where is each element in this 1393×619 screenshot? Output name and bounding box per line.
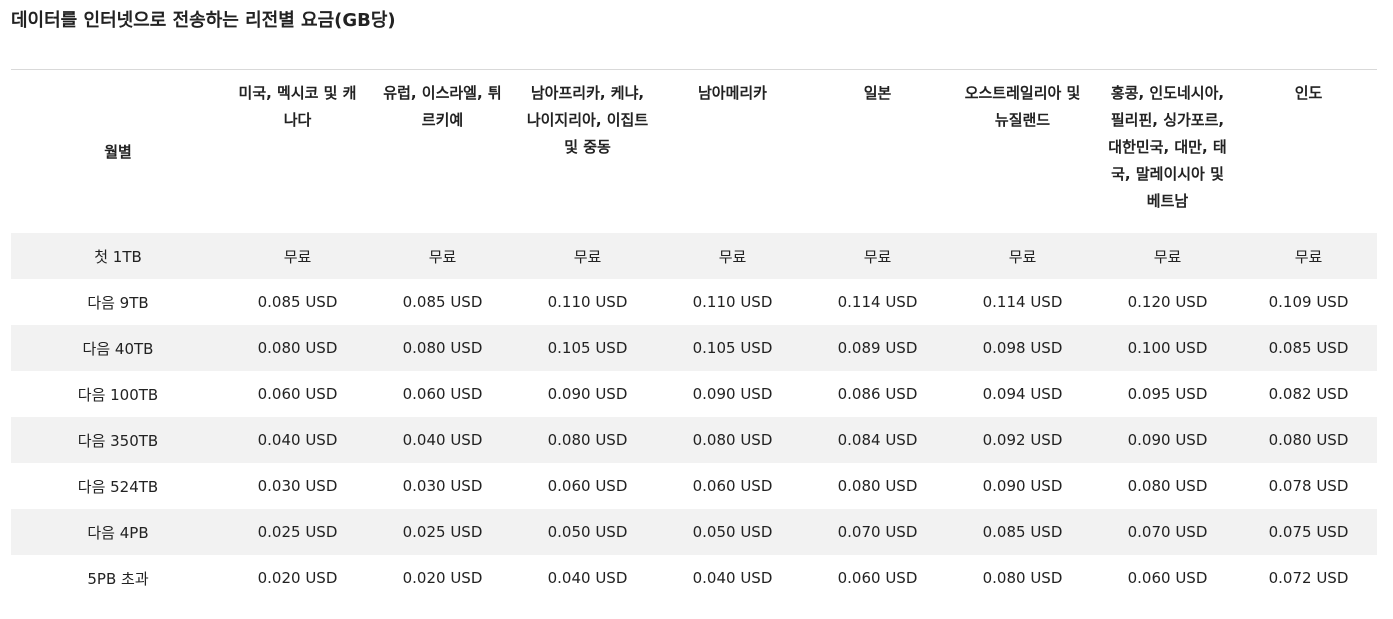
header-month: 월별	[104, 143, 132, 161]
price-cell: 0.060 USD	[547, 477, 628, 495]
price-cell: 0.020 USD	[257, 569, 338, 587]
price-cell: 0.114 USD	[837, 293, 918, 311]
header-region-australia-new-zealand: 오스트레일리아 및 뉴질랜드	[964, 84, 1081, 129]
table-header-row: 월별 미국, 멕시코 및 캐나다 유럽, 이스라엘, 튀르키예 남아프리카, 케…	[11, 70, 1377, 233]
price-cell: 무료	[950, 233, 1095, 279]
table-row: 5PB 초과 0.020 USD 0.020 USD 0.040 USD 0.0…	[11, 555, 1377, 601]
price-cell: 0.090 USD	[1095, 417, 1240, 463]
price-cell: 0.080 USD	[370, 325, 515, 371]
price-cell: 무료	[225, 233, 370, 279]
price-cell: 0.080 USD	[515, 417, 660, 463]
pricing-table-container: 월별 미국, 멕시코 및 캐나다 유럽, 이스라엘, 튀르키예 남아프리카, 케…	[11, 69, 1377, 601]
price-cell: 0.114 USD	[982, 293, 1063, 311]
tier-label: 다음 524TB	[77, 477, 159, 496]
tier-label: 다음 40TB	[11, 325, 225, 371]
table-row: 다음 524TB 0.030 USD 0.030 USD 0.060 USD 0…	[11, 463, 1377, 509]
price-cell: 0.090 USD	[547, 385, 628, 403]
price-cell: 0.030 USD	[257, 477, 338, 495]
price-cell: 무료	[1240, 233, 1377, 279]
price-cell: 0.085 USD	[950, 509, 1095, 555]
price-cell: 0.070 USD	[805, 509, 950, 555]
price-cell: 0.120 USD	[1127, 293, 1208, 311]
price-cell: 0.050 USD	[660, 509, 805, 555]
table-row: 다음 4PB 0.025 USD 0.025 USD 0.050 USD 0.0…	[11, 509, 1377, 555]
price-cell: 0.040 USD	[547, 569, 628, 587]
price-cell: 0.060 USD	[257, 385, 338, 403]
price-cell: 0.080 USD	[225, 325, 370, 371]
price-cell: 0.086 USD	[837, 385, 918, 403]
price-cell: 0.075 USD	[1240, 509, 1377, 555]
price-cell: 0.040 USD	[225, 417, 370, 463]
header-region-south-america: 남아메리카	[697, 84, 767, 102]
price-cell: 0.070 USD	[1095, 509, 1240, 555]
price-cell: 0.060 USD	[692, 477, 773, 495]
price-cell: 0.092 USD	[950, 417, 1095, 463]
page-title: 데이터를 인터넷으로 전송하는 리전별 요금(GB당)	[11, 10, 396, 31]
header-region-africa-middle-east: 남아프리카, 케냐, 나이지리아, 이집트 및 중동	[526, 84, 649, 156]
table-row: 다음 100TB 0.060 USD 0.060 USD 0.090 USD 0…	[11, 371, 1377, 417]
price-cell: 0.094 USD	[982, 385, 1063, 403]
price-cell: 0.105 USD	[515, 325, 660, 371]
table-row: 다음 350TB 0.040 USD 0.040 USD 0.080 USD 0…	[11, 417, 1377, 463]
price-cell: 0.085 USD	[257, 293, 338, 311]
price-cell: 0.080 USD	[1240, 417, 1377, 463]
price-cell: 0.080 USD	[982, 569, 1063, 587]
price-cell: 0.110 USD	[692, 293, 773, 311]
tier-label: 다음 100TB	[77, 385, 159, 404]
price-cell: 0.020 USD	[402, 569, 483, 587]
header-region-europe-israel-turkiye: 유럽, 이스라엘, 튀르키예	[383, 84, 502, 129]
price-cell: 0.060 USD	[1127, 569, 1208, 587]
price-cell: 0.025 USD	[225, 509, 370, 555]
price-cell: 0.040 USD	[692, 569, 773, 587]
price-cell: 0.100 USD	[1095, 325, 1240, 371]
price-cell: 0.109 USD	[1268, 293, 1349, 311]
tier-label: 5PB 초과	[87, 569, 149, 588]
price-cell: 0.084 USD	[805, 417, 950, 463]
tier-label: 다음 4PB	[11, 509, 225, 555]
price-cell: 0.082 USD	[1268, 385, 1349, 403]
table-body: 첫 1TB 무료 무료 무료 무료 무료 무료 무료 무료 다음 9TB 0.0…	[11, 233, 1377, 601]
price-cell: 0.060 USD	[402, 385, 483, 403]
price-cell: 0.089 USD	[805, 325, 950, 371]
table-row: 다음 9TB 0.085 USD 0.085 USD 0.110 USD 0.1…	[11, 279, 1377, 325]
price-cell: 무료	[370, 233, 515, 279]
price-cell: 0.085 USD	[402, 293, 483, 311]
price-cell: 무료	[660, 233, 805, 279]
tier-label: 다음 9TB	[87, 293, 149, 312]
price-cell: 0.078 USD	[1268, 477, 1349, 495]
table-row: 다음 40TB 0.080 USD 0.080 USD 0.105 USD 0.…	[11, 325, 1377, 371]
price-cell: 0.060 USD	[837, 569, 918, 587]
price-cell: 0.025 USD	[370, 509, 515, 555]
price-cell: 0.085 USD	[1240, 325, 1377, 371]
tier-label: 첫 1TB	[11, 233, 225, 279]
price-cell: 무료	[1095, 233, 1240, 279]
price-cell: 0.105 USD	[660, 325, 805, 371]
price-cell: 0.080 USD	[1127, 477, 1208, 495]
data-transfer-pricing-table: 월별 미국, 멕시코 및 캐나다 유럽, 이스라엘, 튀르키예 남아프리카, 케…	[11, 70, 1377, 601]
price-cell: 0.080 USD	[660, 417, 805, 463]
header-region-us-mexico-canada: 미국, 멕시코 및 캐나다	[238, 84, 357, 129]
price-cell: 0.080 USD	[837, 477, 918, 495]
price-cell: 0.095 USD	[1127, 385, 1208, 403]
table-row: 첫 1TB 무료 무료 무료 무료 무료 무료 무료 무료	[11, 233, 1377, 279]
header-region-india: 인도	[1294, 84, 1323, 102]
price-cell: 0.072 USD	[1268, 569, 1349, 587]
price-cell: 0.098 USD	[950, 325, 1095, 371]
price-cell: 무료	[515, 233, 660, 279]
price-cell: 0.110 USD	[547, 293, 628, 311]
header-region-asia-pacific: 홍콩, 인도네시아, 필리핀, 싱가포르, 대한민국, 대만, 태국, 말레이시…	[1108, 84, 1227, 210]
tier-label: 다음 350TB	[11, 417, 225, 463]
header-region-japan: 일본	[863, 84, 892, 102]
price-cell: 0.050 USD	[515, 509, 660, 555]
price-cell: 0.040 USD	[370, 417, 515, 463]
price-cell: 0.090 USD	[692, 385, 773, 403]
price-cell: 무료	[805, 233, 950, 279]
price-cell: 0.030 USD	[402, 477, 483, 495]
price-cell: 0.090 USD	[982, 477, 1063, 495]
